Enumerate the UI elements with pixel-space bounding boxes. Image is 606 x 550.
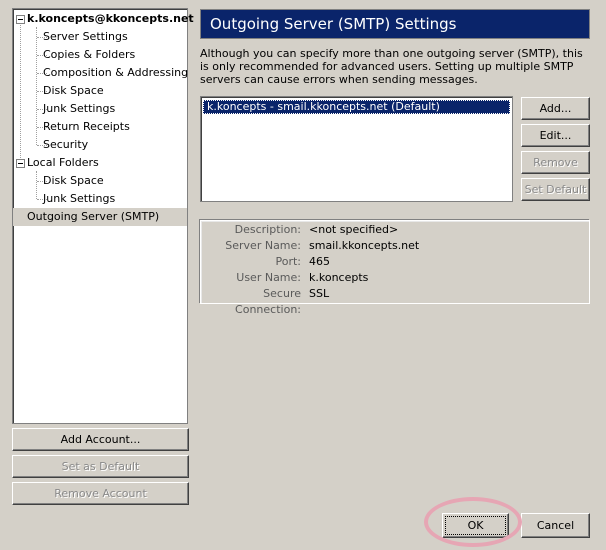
tree-account-label: k.koncepts@kkoncepts.net bbox=[27, 12, 194, 25]
server-details: Description: <not specified> Server Name… bbox=[200, 220, 590, 316]
smtp-description: Although you can specify more than one o… bbox=[200, 47, 583, 86]
tree-item-server-settings[interactable]: Server Settings bbox=[13, 28, 187, 46]
tree-item-local-disk-space[interactable]: Disk Space bbox=[13, 172, 187, 190]
tree-item-label: Outgoing Server (SMTP) bbox=[27, 210, 160, 223]
tree-item-return-receipts[interactable]: Return Receipts bbox=[13, 118, 187, 136]
remove-account-button[interactable]: Remove Account bbox=[12, 482, 189, 505]
tree-item-composition[interactable]: Composition & Addressing bbox=[13, 64, 189, 82]
highlight-ring bbox=[424, 497, 522, 547]
detail-value: k.koncepts bbox=[309, 271, 369, 284]
detail-value: SSL bbox=[309, 287, 330, 300]
tree-local-folders-label: Local Folders bbox=[27, 156, 99, 169]
tree-item-label: Junk Settings bbox=[43, 102, 116, 115]
account-tree[interactable]: k.koncepts@kkoncepts.net Server Settings… bbox=[12, 8, 194, 424]
tree-item-security[interactable]: Security bbox=[13, 136, 187, 154]
tree-item-copies-folders[interactable]: Copies & Folders bbox=[13, 46, 187, 64]
smtp-server-item[interactable]: k.koncepts - smail.kkoncepts.net (Defaul… bbox=[203, 100, 510, 114]
tree-item-local-junk-settings[interactable]: Junk Settings bbox=[13, 190, 187, 208]
tree-item-label: Return Receipts bbox=[43, 120, 130, 133]
detail-label: Description: bbox=[234, 223, 301, 236]
tree-item-disk-space[interactable]: Disk Space bbox=[13, 82, 187, 100]
remove-server-button[interactable]: Remove bbox=[521, 151, 590, 174]
detail-label: Port: bbox=[275, 255, 301, 268]
collapse-icon[interactable] bbox=[16, 159, 25, 168]
tree-local-folders[interactable]: Local Folders bbox=[13, 154, 187, 172]
tree-item-label: Copies & Folders bbox=[43, 48, 136, 61]
tree-item-label: Junk Settings bbox=[43, 192, 116, 205]
tree-item-outgoing-server[interactable]: Outgoing Server (SMTP) bbox=[13, 208, 187, 226]
tree-item-label: Server Settings bbox=[43, 30, 128, 43]
tree-item-label: Disk Space bbox=[43, 174, 104, 187]
detail-value: smail.kkoncepts.net bbox=[309, 239, 420, 252]
set-as-default-button[interactable]: Set as Default bbox=[12, 455, 189, 478]
detail-value: 465 bbox=[309, 255, 330, 268]
smtp-server-list[interactable]: k.koncepts - smail.kkoncepts.net (Defaul… bbox=[200, 96, 513, 202]
detail-value: <not specified> bbox=[309, 223, 399, 236]
page-title: Outgoing Server (SMTP) Settings bbox=[200, 9, 590, 39]
cancel-button[interactable]: Cancel bbox=[521, 513, 590, 538]
add-server-button[interactable]: Add... bbox=[521, 97, 590, 120]
detail-label: User Name: bbox=[236, 271, 301, 284]
tree-account[interactable]: k.koncepts@kkoncepts.net bbox=[13, 10, 194, 28]
set-default-server-button[interactable]: Set Default bbox=[521, 178, 590, 201]
tree-item-junk-settings[interactable]: Junk Settings bbox=[13, 100, 187, 118]
tree-item-label: Composition & Addressing bbox=[43, 66, 189, 79]
tree-item-label: Disk Space bbox=[43, 84, 104, 97]
collapse-icon[interactable] bbox=[16, 15, 25, 24]
tree-item-label: Security bbox=[43, 138, 89, 151]
edit-server-button[interactable]: Edit... bbox=[521, 124, 590, 147]
detail-label: Secure Connection: bbox=[235, 287, 301, 316]
add-account-button[interactable]: Add Account... bbox=[12, 428, 189, 451]
detail-label: Server Name: bbox=[225, 239, 301, 252]
